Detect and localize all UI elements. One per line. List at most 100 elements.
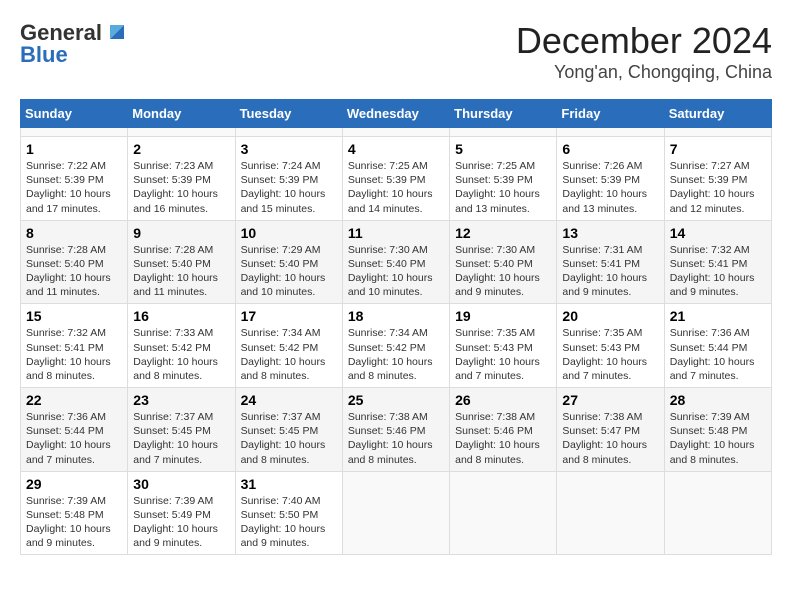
calendar-cell bbox=[342, 128, 449, 137]
day-info: Sunrise: 7:30 AMSunset: 5:40 PMDaylight:… bbox=[348, 243, 444, 300]
day-info: Sunrise: 7:38 AMSunset: 5:46 PMDaylight:… bbox=[348, 410, 444, 467]
day-number: 11 bbox=[348, 225, 444, 241]
calendar-cell: 16 Sunrise: 7:33 AMSunset: 5:42 PMDayligh… bbox=[128, 304, 235, 388]
day-info: Sunrise: 7:31 AMSunset: 5:41 PMDaylight:… bbox=[562, 243, 658, 300]
day-info: Sunrise: 7:26 AMSunset: 5:39 PMDaylight:… bbox=[562, 159, 658, 216]
calendar-cell: 8Sunrise: 7:28 AMSunset: 5:40 PMDaylight… bbox=[21, 220, 128, 304]
day-info: Sunrise: 7:39 AMSunset: 5:49 PMDaylight:… bbox=[133, 494, 229, 551]
day-info: Sunrise: 7:33 AMSunset: 5:42 PMDaylight:… bbox=[133, 326, 229, 383]
day-number: 18 bbox=[348, 308, 444, 324]
calendar-cell: 23 Sunrise: 7:37 AMSunset: 5:45 PMDayligh… bbox=[128, 388, 235, 472]
calendar-cell: 18 Sunrise: 7:34 AMSunset: 5:42 PMDayligh… bbox=[342, 304, 449, 388]
calendar-cell: 12Sunrise: 7:30 AMSunset: 5:40 PMDayligh… bbox=[450, 220, 557, 304]
calendar-cell bbox=[664, 471, 771, 555]
month-title: December 2024 bbox=[516, 20, 772, 62]
day-info: Sunrise: 7:35 AMSunset: 5:43 PMDaylight:… bbox=[455, 326, 551, 383]
day-number: 17 bbox=[241, 308, 337, 324]
day-info: Sunrise: 7:34 AMSunset: 5:42 PMDaylight:… bbox=[348, 326, 444, 383]
calendar-cell bbox=[128, 128, 235, 137]
calendar-week-row: 1Sunrise: 7:22 AMSunset: 5:39 PMDaylight… bbox=[21, 137, 772, 221]
calendar-cell: 3 Sunrise: 7:24 AMSunset: 5:39 PMDaylight… bbox=[235, 137, 342, 221]
location-title: Yong'an, Chongqing, China bbox=[516, 62, 772, 83]
title-block: December 2024 Yong'an, Chongqing, China bbox=[516, 20, 772, 83]
day-number: 4 bbox=[348, 141, 444, 157]
day-number: 31 bbox=[241, 476, 337, 492]
calendar-cell bbox=[450, 471, 557, 555]
calendar-cell: 5 Sunrise: 7:25 AMSunset: 5:39 PMDaylight… bbox=[450, 137, 557, 221]
calendar-cell: 20 Sunrise: 7:35 AMSunset: 5:43 PMDayligh… bbox=[557, 304, 664, 388]
day-number: 3 bbox=[241, 141, 337, 157]
calendar-cell: 22Sunrise: 7:36 AMSunset: 5:44 PMDayligh… bbox=[21, 388, 128, 472]
calendar-cell: 4 Sunrise: 7:25 AMSunset: 5:39 PMDaylight… bbox=[342, 137, 449, 221]
day-number: 9 bbox=[133, 225, 229, 241]
day-info: Sunrise: 7:37 AMSunset: 5:45 PMDaylight:… bbox=[133, 410, 229, 467]
day-number: 15 bbox=[26, 308, 122, 324]
calendar-cell: 7 Sunrise: 7:27 AMSunset: 5:39 PMDaylight… bbox=[664, 137, 771, 221]
weekday-header-sunday: Sunday bbox=[21, 100, 128, 128]
day-info: Sunrise: 7:28 AMSunset: 5:40 PMDaylight:… bbox=[133, 243, 229, 300]
calendar-cell bbox=[664, 128, 771, 137]
page-header: General Blue December 2024 Yong'an, Chon… bbox=[20, 20, 772, 83]
calendar-week-row bbox=[21, 128, 772, 137]
calendar-cell bbox=[235, 128, 342, 137]
day-info: Sunrise: 7:35 AMSunset: 5:43 PMDaylight:… bbox=[562, 326, 658, 383]
day-info: Sunrise: 7:27 AMSunset: 5:39 PMDaylight:… bbox=[670, 159, 766, 216]
day-number: 22 bbox=[26, 392, 122, 408]
day-number: 19 bbox=[455, 308, 551, 324]
calendar-cell bbox=[450, 128, 557, 137]
weekday-header-monday: Monday bbox=[128, 100, 235, 128]
day-number: 16 bbox=[133, 308, 229, 324]
day-number: 29 bbox=[26, 476, 122, 492]
calendar-cell: 19 Sunrise: 7:35 AMSunset: 5:43 PMDayligh… bbox=[450, 304, 557, 388]
logo-icon bbox=[104, 19, 130, 45]
day-number: 2 bbox=[133, 141, 229, 157]
calendar-cell: 27Sunrise: 7:38 AMSunset: 5:47 PMDayligh… bbox=[557, 388, 664, 472]
day-info: Sunrise: 7:25 AMSunset: 5:39 PMDaylight:… bbox=[348, 159, 444, 216]
weekday-header-wednesday: Wednesday bbox=[342, 100, 449, 128]
day-number: 5 bbox=[455, 141, 551, 157]
calendar-cell: 13Sunrise: 7:31 AMSunset: 5:41 PMDayligh… bbox=[557, 220, 664, 304]
calendar-week-row: 15 Sunrise: 7:32 AMSunset: 5:41 PMDayligh… bbox=[21, 304, 772, 388]
weekday-header-friday: Friday bbox=[557, 100, 664, 128]
calendar-cell: 31 Sunrise: 7:40 AMSunset: 5:50 PMDayligh… bbox=[235, 471, 342, 555]
day-info: Sunrise: 7:32 AMSunset: 5:41 PMDaylight:… bbox=[26, 326, 122, 383]
day-info: Sunrise: 7:40 AMSunset: 5:50 PMDaylight:… bbox=[241, 494, 337, 551]
day-number: 12 bbox=[455, 225, 551, 241]
day-number: 10 bbox=[241, 225, 337, 241]
calendar-cell: 11 Sunrise: 7:30 AMSunset: 5:40 PMDayligh… bbox=[342, 220, 449, 304]
calendar-cell: 1Sunrise: 7:22 AMSunset: 5:39 PMDaylight… bbox=[21, 137, 128, 221]
day-number: 23 bbox=[133, 392, 229, 408]
day-info: Sunrise: 7:25 AMSunset: 5:39 PMDaylight:… bbox=[455, 159, 551, 216]
day-number: 8 bbox=[26, 225, 122, 241]
day-info: Sunrise: 7:39 AMSunset: 5:48 PMDaylight:… bbox=[26, 494, 122, 551]
calendar-cell: 17 Sunrise: 7:34 AMSunset: 5:42 PMDayligh… bbox=[235, 304, 342, 388]
day-info: Sunrise: 7:36 AMSunset: 5:44 PMDaylight:… bbox=[670, 326, 766, 383]
calendar-table: SundayMondayTuesdayWednesdayThursdayFrid… bbox=[20, 99, 772, 555]
day-number: 25 bbox=[348, 392, 444, 408]
day-number: 21 bbox=[670, 308, 766, 324]
calendar-cell bbox=[557, 471, 664, 555]
calendar-cell bbox=[557, 128, 664, 137]
day-number: 20 bbox=[562, 308, 658, 324]
day-info: Sunrise: 7:24 AMSunset: 5:39 PMDaylight:… bbox=[241, 159, 337, 216]
calendar-cell bbox=[342, 471, 449, 555]
day-number: 1 bbox=[26, 141, 122, 157]
calendar-week-row: 29 Sunrise: 7:39 AMSunset: 5:48 PMDayligh… bbox=[21, 471, 772, 555]
day-number: 6 bbox=[562, 141, 658, 157]
calendar-cell: 10Sunrise: 7:29 AMSunset: 5:40 PMDayligh… bbox=[235, 220, 342, 304]
calendar-cell bbox=[21, 128, 128, 137]
day-info: Sunrise: 7:38 AMSunset: 5:47 PMDaylight:… bbox=[562, 410, 658, 467]
calendar-cell: 15 Sunrise: 7:32 AMSunset: 5:41 PMDayligh… bbox=[21, 304, 128, 388]
calendar-cell: 21 Sunrise: 7:36 AMSunset: 5:44 PMDayligh… bbox=[664, 304, 771, 388]
calendar-cell: 28Sunrise: 7:39 AMSunset: 5:48 PMDayligh… bbox=[664, 388, 771, 472]
day-number: 24 bbox=[241, 392, 337, 408]
calendar-cell: 30Sunrise: 7:39 AMSunset: 5:49 PMDayligh… bbox=[128, 471, 235, 555]
day-info: Sunrise: 7:39 AMSunset: 5:48 PMDaylight:… bbox=[670, 410, 766, 467]
day-info: Sunrise: 7:34 AMSunset: 5:42 PMDaylight:… bbox=[241, 326, 337, 383]
calendar-cell: 25 Sunrise: 7:38 AMSunset: 5:46 PMDayligh… bbox=[342, 388, 449, 472]
day-info: Sunrise: 7:37 AMSunset: 5:45 PMDaylight:… bbox=[241, 410, 337, 467]
day-number: 14 bbox=[670, 225, 766, 241]
weekday-header-saturday: Saturday bbox=[664, 100, 771, 128]
day-number: 7 bbox=[670, 141, 766, 157]
day-number: 26 bbox=[455, 392, 551, 408]
